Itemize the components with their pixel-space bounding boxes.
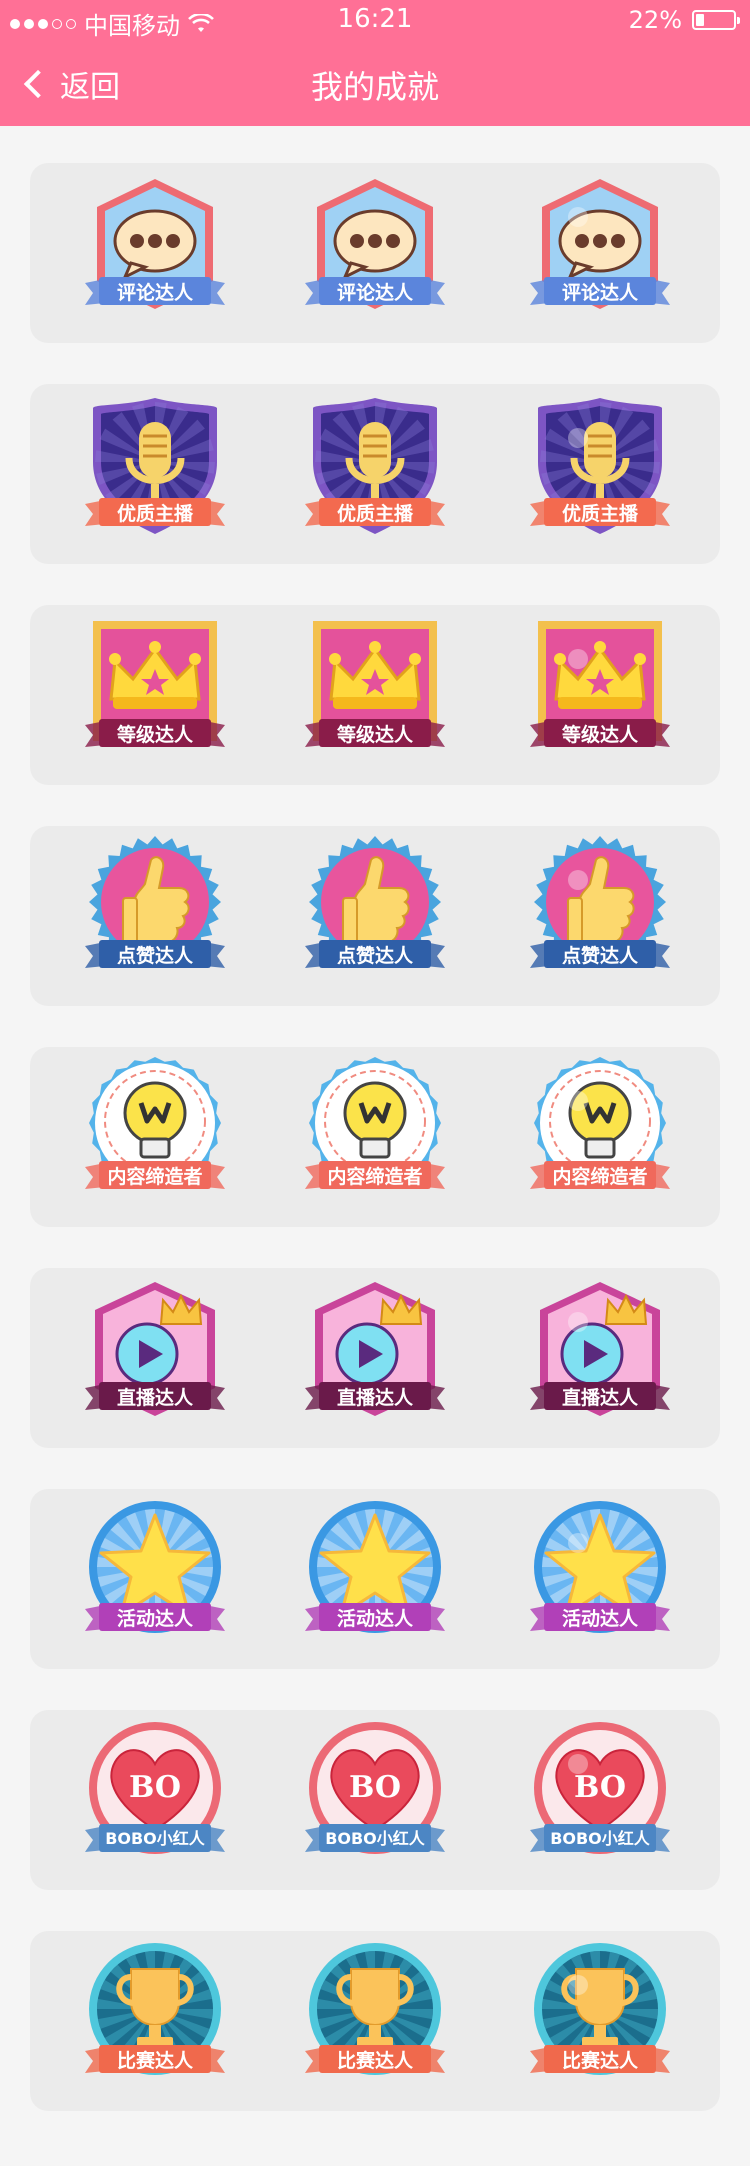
badge-label: BOBO小红人 <box>325 1829 425 1848</box>
live-badge[interactable]: 直播达人 <box>520 1276 680 1436</box>
trophy-badge[interactable]: 比赛达人 <box>75 1939 235 2099</box>
achievement-row-bulb: 内容缔造者 内容缔造者 内容缔造者 <box>30 1047 720 1227</box>
achievement-row-live: 直播达人 直播达人 直播达人 <box>30 1268 720 1448</box>
live-badge-icon <box>85 1282 225 1416</box>
heart-text: BO <box>573 1770 627 1805</box>
trophy-badge[interactable]: 比赛达人 <box>520 1939 680 2099</box>
badge-label: 等级达人 <box>561 724 638 746</box>
achievement-row-star: 活动达人 活动达人 活动达人 <box>30 1489 720 1669</box>
star-badge[interactable]: 活动达人 <box>75 1497 235 1657</box>
page-title: 我的成就 <box>310 68 439 106</box>
comment-badge-icon <box>530 179 670 309</box>
trophy-badge-icon <box>305 1943 445 2075</box>
battery-icon <box>692 10 740 30</box>
comment-badge-icon <box>85 179 225 309</box>
badge-label: 优质主播 <box>116 503 193 525</box>
mic-badge[interactable]: 优质主播 <box>520 392 680 552</box>
trophy-badge[interactable]: 比赛达人 <box>295 1939 455 2099</box>
crown-badge[interactable]: 等级达人 <box>75 613 235 773</box>
live-badge-icon <box>305 1282 445 1416</box>
badge-label: 内容缔造者 <box>552 1166 648 1188</box>
app-header: 中国移动 16:21 22% 返回 我的成就 <box>0 0 750 126</box>
badge-label: 评论达人 <box>561 282 638 304</box>
mic-badge-icon <box>530 398 670 534</box>
badge-label: 点赞达人 <box>561 945 638 967</box>
badge-label: 内容缔造者 <box>327 1166 423 1188</box>
bulb-badge-icon <box>530 1057 670 1189</box>
badge-label: BOBO小红人 <box>105 1829 205 1848</box>
badge-label: 比赛达人 <box>116 2050 193 2072</box>
mic-badge[interactable]: 优质主播 <box>75 392 235 552</box>
badge-label: 点赞达人 <box>336 945 413 967</box>
bulb-badge-icon <box>305 1057 445 1189</box>
heart-text: BO <box>348 1770 402 1805</box>
thumb-badge[interactable]: 点赞达人 <box>295 834 455 994</box>
badge-label: 比赛达人 <box>561 2050 638 2072</box>
crown-badge-icon <box>85 621 225 747</box>
crown-badge[interactable]: 等级达人 <box>520 613 680 773</box>
achievement-row-heart: BO BOBO小红人 BO BOBO小红人 BO BOBO小红人 <box>30 1710 720 1890</box>
badge-label: 比赛达人 <box>336 2050 413 2072</box>
badge-label: 活动达人 <box>116 1608 193 1630</box>
mic-badge-icon <box>85 398 225 534</box>
heart-text: BO <box>128 1770 182 1805</box>
battery-percent: 22% <box>628 6 682 34</box>
badge-label: 内容缔造者 <box>107 1166 203 1188</box>
achievement-row-crown: 等级达人 等级达人 等级达人 <box>30 605 720 785</box>
badge-label: 优质主播 <box>336 503 413 525</box>
badge-label: BOBO小红人 <box>550 1829 650 1848</box>
star-badge-icon <box>530 1501 670 1633</box>
crown-badge[interactable]: 等级达人 <box>295 613 455 773</box>
bulb-badge-icon <box>85 1057 225 1189</box>
crown-badge-icon <box>530 621 670 747</box>
star-badge-icon <box>85 1501 225 1633</box>
nav-bar: 返回 我的成就 <box>0 40 750 126</box>
badge-label: 评论达人 <box>336 282 413 304</box>
badge-label: 点赞达人 <box>116 945 193 967</box>
bulb-badge[interactable]: 内容缔造者 <box>520 1055 680 1215</box>
achievement-list: 评论达人 评论达人 评论达人 优质主播 优质主播 优质主播 等级达人 等级达人 … <box>30 163 720 2152</box>
badge-label: 评论达人 <box>116 282 193 304</box>
achievement-row-comment: 评论达人 评论达人 评论达人 <box>30 163 720 343</box>
badge-label: 活动达人 <box>561 1608 638 1630</box>
mic-badge-icon <box>305 398 445 534</box>
live-badge-icon <box>530 1282 670 1416</box>
heart-badge[interactable]: BO BOBO小红人 <box>75 1718 235 1878</box>
achievement-row-mic: 优质主播 优质主播 优质主播 <box>30 384 720 564</box>
thumb-badge-icon <box>85 836 225 968</box>
thumb-badge-icon <box>305 836 445 968</box>
comment-badge-icon <box>305 179 445 309</box>
star-badge[interactable]: 活动达人 <box>520 1497 680 1657</box>
star-badge-icon <box>305 1501 445 1633</box>
thumb-badge-icon <box>530 836 670 968</box>
trophy-badge-icon <box>85 1943 225 2075</box>
comment-badge[interactable]: 评论达人 <box>520 171 680 331</box>
badge-label: 直播达人 <box>336 1387 413 1409</box>
thumb-badge[interactable]: 点赞达人 <box>520 834 680 994</box>
status-bar: 中国移动 16:21 22% <box>0 0 750 40</box>
badge-label: 直播达人 <box>116 1387 193 1409</box>
bulb-badge[interactable]: 内容缔造者 <box>75 1055 235 1215</box>
achievement-row-thumb: 点赞达人 点赞达人 点赞达人 <box>30 826 720 1006</box>
comment-badge[interactable]: 评论达人 <box>295 171 455 331</box>
badge-label: 等级达人 <box>336 724 413 746</box>
achievement-row-trophy: 比赛达人 比赛达人 比赛达人 <box>30 1931 720 2111</box>
star-badge[interactable]: 活动达人 <box>295 1497 455 1657</box>
comment-badge[interactable]: 评论达人 <box>75 171 235 331</box>
trophy-badge-icon <box>530 1943 670 2075</box>
crown-badge-icon <box>305 621 445 747</box>
heart-badge[interactable]: BO BOBO小红人 <box>520 1718 680 1878</box>
live-badge[interactable]: 直播达人 <box>75 1276 235 1436</box>
badge-label: 优质主播 <box>561 503 638 525</box>
badge-label: 活动达人 <box>336 1608 413 1630</box>
bulb-badge[interactable]: 内容缔造者 <box>295 1055 455 1215</box>
heart-badge[interactable]: BO BOBO小红人 <box>295 1718 455 1878</box>
badge-label: 等级达人 <box>116 724 193 746</box>
mic-badge[interactable]: 优质主播 <box>295 392 455 552</box>
live-badge[interactable]: 直播达人 <box>295 1276 455 1436</box>
thumb-badge[interactable]: 点赞达人 <box>75 834 235 994</box>
badge-label: 直播达人 <box>561 1387 638 1409</box>
